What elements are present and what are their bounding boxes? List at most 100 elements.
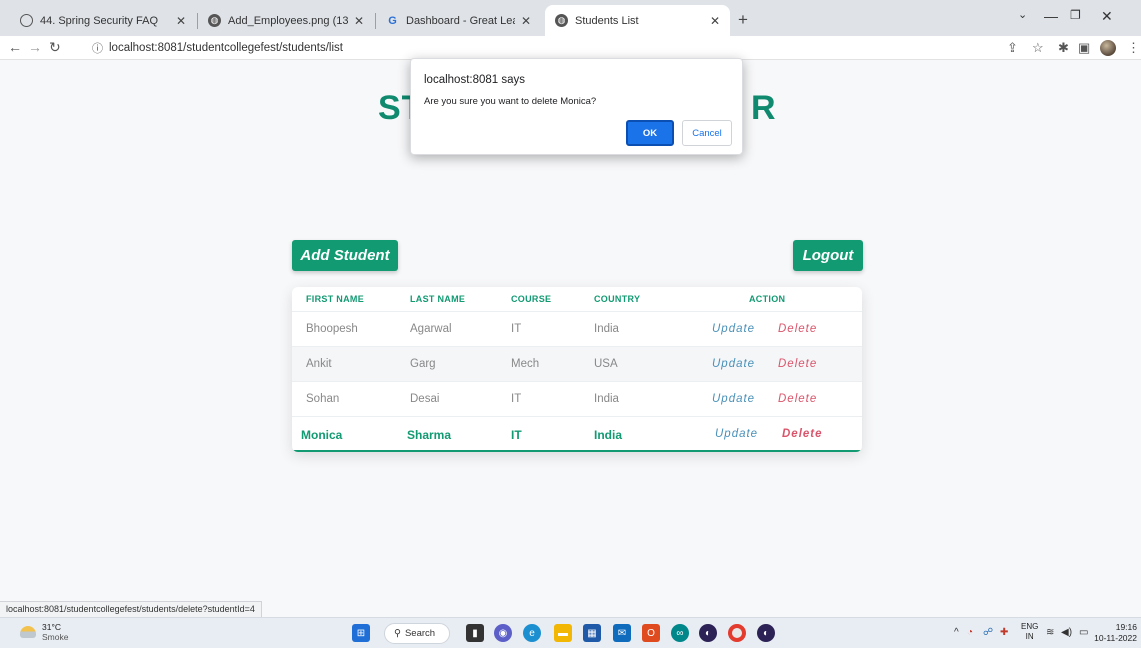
chrome-menu-icon[interactable]: ⋮ bbox=[1127, 40, 1140, 56]
tray-sync-icon[interactable]: ☍ bbox=[983, 627, 993, 638]
cell-country: India bbox=[594, 428, 623, 442]
search-label: Search bbox=[404, 628, 436, 639]
status-link-preview: localhost:8081/studentcollegefest/studen… bbox=[0, 601, 262, 617]
tab-title: Add_Employees.png (1364×687) bbox=[228, 14, 348, 27]
delete-link[interactable]: Delete bbox=[778, 323, 817, 335]
close-tab-icon[interactable]: ✕ bbox=[170, 14, 186, 28]
tray-app-icon[interactable]: ◔ bbox=[967, 627, 973, 638]
column-header-first-name: FIRST NAME bbox=[306, 294, 364, 304]
tab-add-employees[interactable]: ◍ Add_Employees.png (1364×687) ✕ bbox=[198, 5, 374, 36]
cell-last-name: Sharma bbox=[407, 428, 452, 442]
back-icon[interactable]: ← bbox=[8, 39, 22, 55]
dialog-message: Are you sure you want to delete Monica? bbox=[424, 96, 597, 107]
task-view-icon[interactable]: ▮ bbox=[466, 624, 484, 642]
row-highlight-bar bbox=[292, 450, 862, 452]
weather-widget[interactable]: 31°C Smoke bbox=[20, 622, 68, 642]
bookmark-star-icon[interactable]: ☆ bbox=[1032, 40, 1044, 56]
clock-date: 10-11-2022 bbox=[1094, 633, 1137, 643]
language-indicator[interactable]: ENG IN bbox=[1021, 622, 1038, 642]
column-header-course: COURSE bbox=[511, 294, 552, 304]
update-link[interactable]: Update bbox=[712, 323, 755, 335]
weather-temp: 31°C bbox=[42, 622, 61, 632]
windows-taskbar: 31°C Smoke ⊞ ⚲ Search ▮ ◉ e ▬ ▦ ✉ O ∞ ◐ … bbox=[0, 617, 1141, 648]
cell-first-name: Ankit bbox=[306, 358, 332, 370]
students-table: FIRST NAME LAST NAME COURSE COUNTRY ACTI… bbox=[292, 287, 862, 452]
wifi-icon[interactable]: ≋ bbox=[1046, 627, 1054, 638]
search-icon: ⚲ bbox=[394, 628, 401, 639]
tray-chevron-icon[interactable]: ^ bbox=[954, 627, 959, 638]
profile-avatar[interactable] bbox=[1100, 40, 1116, 56]
delete-link[interactable]: Delete bbox=[778, 358, 817, 370]
browser-tab-bar: 44. Spring Security FAQ ✕ ◍ Add_Employee… bbox=[0, 0, 1141, 36]
cancel-button[interactable]: Cancel bbox=[682, 120, 732, 146]
file-explorer-icon[interactable]: ▬ bbox=[554, 624, 572, 642]
delete-link[interactable]: Delete bbox=[782, 428, 823, 440]
tab-title: Dashboard - Great Learning bbox=[406, 14, 515, 27]
tab-search-icon[interactable]: ⌄ bbox=[1018, 8, 1027, 21]
add-student-button[interactable]: Add Student bbox=[292, 240, 398, 271]
eclipse-icon[interactable]: ◐ bbox=[699, 624, 717, 642]
tab-dashboard-great-learning[interactable]: G Dashboard - Great Learning ✕ bbox=[376, 5, 541, 36]
url-field[interactable]: ⓘ localhost:8081/studentcollegefest/stud… bbox=[92, 38, 492, 58]
taskbar-clock[interactable]: 19:16 10-11-2022 bbox=[1093, 622, 1137, 644]
tab-title: 44. Spring Security FAQ bbox=[40, 14, 158, 27]
globe-icon: ◍ bbox=[208, 14, 221, 27]
edge-icon[interactable]: e bbox=[523, 624, 541, 642]
cell-last-name: Desai bbox=[410, 393, 440, 405]
side-panel-icon[interactable]: ▣ bbox=[1078, 40, 1090, 56]
update-link[interactable]: Update bbox=[712, 393, 755, 405]
table-row: Bhoopesh Agarwal IT India Update Delete bbox=[292, 311, 862, 346]
new-tab-button[interactable]: + bbox=[738, 10, 748, 30]
cell-course: IT bbox=[511, 323, 522, 335]
office-icon[interactable]: O bbox=[642, 624, 660, 642]
cell-last-name: Agarwal bbox=[410, 323, 452, 335]
logout-button[interactable]: Logout bbox=[793, 240, 863, 271]
cell-country: India bbox=[594, 323, 619, 335]
mail-icon[interactable]: ✉ bbox=[613, 624, 631, 642]
eclipse-icon-2[interactable]: ◐ bbox=[757, 624, 775, 642]
confirm-dialog: localhost:8081 says Are you sure you wan… bbox=[410, 58, 743, 155]
site-info-icon[interactable]: ⓘ bbox=[92, 40, 103, 56]
weather-desc: Smoke bbox=[42, 632, 69, 642]
cell-country: USA bbox=[594, 358, 618, 370]
update-link[interactable]: Update bbox=[715, 428, 758, 440]
minimize-icon[interactable]: — bbox=[1044, 8, 1058, 24]
arduino-icon[interactable]: ∞ bbox=[671, 624, 689, 642]
table-row-highlighted: Monica Sharma IT India Update Delete bbox=[292, 416, 862, 452]
volume-icon[interactable]: ◀) bbox=[1061, 627, 1072, 638]
windows-start-icon[interactable]: ⊞ bbox=[352, 624, 370, 642]
column-header-country: COUNTRY bbox=[594, 294, 641, 304]
chat-icon[interactable]: ◉ bbox=[494, 624, 512, 642]
extensions-icon[interactable]: ✱ bbox=[1058, 40, 1069, 56]
globe-icon: ◍ bbox=[555, 14, 568, 27]
tab-spring-security-faq[interactable]: 44. Spring Security FAQ ✕ bbox=[10, 5, 196, 36]
cell-country: India bbox=[594, 393, 619, 405]
reload-icon[interactable]: ↻ bbox=[49, 39, 61, 56]
cell-course: IT bbox=[511, 393, 522, 405]
update-link[interactable]: Update bbox=[712, 358, 755, 370]
battery-icon[interactable]: ▭ bbox=[1079, 627, 1088, 638]
tab-title: Students List bbox=[575, 14, 639, 27]
cell-first-name: Sohan bbox=[306, 393, 340, 405]
restore-icon[interactable]: ❐ bbox=[1070, 8, 1081, 22]
window-close-icon[interactable]: ✕ bbox=[1101, 8, 1113, 25]
cell-last-name: Garg bbox=[410, 358, 436, 370]
store-icon[interactable]: ▦ bbox=[583, 624, 601, 642]
ok-button[interactable]: OK bbox=[626, 120, 674, 146]
chrome-icon[interactable] bbox=[728, 624, 746, 642]
lang-code: ENG bbox=[1021, 622, 1039, 631]
share-icon[interactable]: ⇪ bbox=[1007, 40, 1018, 56]
close-tab-icon[interactable]: ✕ bbox=[515, 14, 531, 28]
cell-first-name: Bhoopesh bbox=[306, 323, 358, 335]
tab-students-list[interactable]: ◍ Students List ✕ bbox=[545, 5, 730, 36]
tray-security-icon[interactable]: ✚ bbox=[1000, 627, 1008, 638]
delete-link[interactable]: Delete bbox=[778, 393, 817, 405]
forward-icon[interactable]: → bbox=[28, 39, 42, 55]
close-tab-icon[interactable]: ✕ bbox=[348, 14, 364, 28]
weather-icon bbox=[20, 626, 36, 638]
close-tab-icon[interactable]: ✕ bbox=[704, 14, 720, 28]
chrome-favicon-icon bbox=[20, 14, 33, 27]
dialog-title: localhost:8081 says bbox=[424, 74, 526, 86]
column-header-action: ACTION bbox=[749, 294, 786, 304]
taskbar-search[interactable]: ⚲ Search bbox=[384, 623, 450, 644]
